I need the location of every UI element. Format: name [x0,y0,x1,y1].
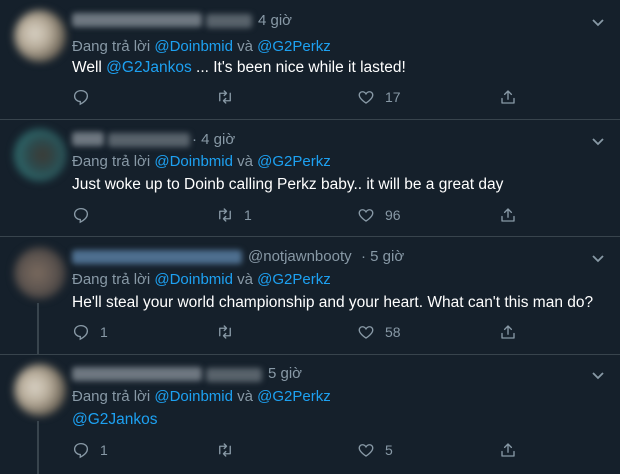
timestamp[interactable]: 5 giờ [268,365,302,382]
joiner: và [237,271,253,288]
username[interactable] [206,368,262,382]
avatar[interactable] [14,247,66,299]
heart-icon [358,209,374,222]
mention-link[interactable]: @G2Jankos [72,411,158,428]
tweet-1[interactable]: 4 giờ Đang trả lời @Doinbmid và @G2Perkz… [0,0,620,120]
joiner: và [237,388,253,405]
tweet-text: Just woke up to Doinb calling Perkz baby… [72,176,503,194]
thread-line [37,421,39,474]
username[interactable] [108,133,190,147]
retweet-icon [219,90,231,104]
reply-button[interactable]: 1 [72,322,108,342]
share-button[interactable] [499,322,517,342]
mention-link[interactable]: @G2Perkz [257,38,331,55]
share-icon [501,90,515,104]
tweet-text-pre: Just woke up to Doinb calling Perkz baby… [72,176,504,193]
mention-link[interactable]: @Doinbmid [154,388,233,405]
tweet-actions: 17 [72,87,602,107]
tweet-text-post: ... It's been nice while it lasted! [191,59,406,76]
tweet-text-pre: He'll steal your world championship and … [72,294,594,311]
avatar[interactable] [14,129,66,181]
retweet-button[interactable] [216,322,244,342]
like-count: 17 [385,89,401,105]
reply-button[interactable] [72,205,100,225]
thread-line [37,303,39,355]
share-button[interactable] [499,440,517,460]
retweet-icon [219,325,231,339]
tweet-4[interactable]: 5 giờ Đang trả lời @Doinbmid và @G2Perkz… [0,355,620,474]
tweet-text: @G2Jankos [72,411,158,429]
reply-button[interactable] [72,87,100,107]
mention-link[interactable]: @G2Perkz [257,153,331,170]
reply-button[interactable]: 1 [72,440,108,460]
replying-prefix: Đang trả lời [72,388,151,405]
heart-icon [358,91,374,104]
share-icon [501,325,515,339]
reply-icon [73,89,89,106]
display-name[interactable] [72,367,202,381]
chevron-down-icon[interactable] [590,14,606,30]
retweet-icon [219,208,231,222]
username[interactable]: @notjawnbooty [248,248,352,265]
like-button[interactable]: 58 [357,322,401,342]
reply-count: 1 [100,324,108,340]
mention-link[interactable]: @G2Jankos [106,59,192,76]
retweet-button[interactable]: 1 [216,205,252,225]
tweet-actions: 1 58 [72,322,602,342]
retweet-icon [219,443,231,457]
retweet-count: 1 [244,207,252,223]
replying-prefix: Đang trả lời [72,271,151,288]
like-count: 58 [385,324,401,340]
display-name[interactable] [72,13,202,27]
tweet-text: Well @G2Jankos ... It's been nice while … [72,59,406,77]
like-button[interactable]: 96 [357,205,401,225]
display-name[interactable] [72,250,242,264]
replying-prefix: Đang trả lời [72,38,151,55]
share-button[interactable] [499,205,517,225]
like-button[interactable]: 17 [357,87,401,107]
replying-to: Đang trả lời @Doinbmid và @G2Perkz [72,271,331,288]
replying-to: Đang trả lời @Doinbmid và @G2Perkz [72,153,331,170]
joiner: và [237,153,253,170]
replying-to: Đang trả lời @Doinbmid và @G2Perkz [72,38,331,55]
display-name[interactable] [72,132,104,146]
chevron-down-icon[interactable] [590,250,606,266]
retweet-button[interactable] [216,87,244,107]
joiner: và [237,38,253,55]
mention-link[interactable]: @Doinbmid [154,271,233,288]
heart-icon [358,326,374,339]
reply-icon [73,442,89,459]
timestamp[interactable]: · 4 giờ [192,131,235,148]
tweet-actions: 1 96 [72,205,602,225]
like-count: 96 [385,207,401,223]
mention-link[interactable]: @G2Perkz [257,271,331,288]
avatar[interactable] [14,364,66,416]
like-count: 5 [385,442,393,458]
share-icon [501,443,515,457]
replying-prefix: Đang trả lời [72,153,151,170]
share-button[interactable] [499,87,517,107]
chevron-down-icon[interactable] [590,133,606,149]
reply-icon [73,207,89,224]
tweet-text: He'll steal your world championship and … [72,294,593,312]
tweet-text-pre: Well [72,59,107,76]
avatar[interactable] [14,10,66,62]
tweet-2[interactable]: · 4 giờ Đang trả lời @Doinbmid và @G2Per… [0,120,620,237]
reply-icon [73,324,89,341]
timestamp[interactable]: 4 giờ [258,12,292,29]
username[interactable] [206,14,252,28]
retweet-button[interactable] [216,440,244,460]
heart-icon [358,444,374,457]
chevron-down-icon[interactable] [590,367,606,383]
replying-to: Đang trả lời @Doinbmid và @G2Perkz [72,388,331,405]
timestamp[interactable]: · 5 giờ [361,248,404,265]
reply-count: 1 [100,442,108,458]
tweet-3[interactable]: @notjawnbooty · 5 giờ Đang trả lời @Doin… [0,237,620,355]
tweet-actions: 1 5 [72,440,602,460]
like-button[interactable]: 5 [357,440,393,460]
mention-link[interactable]: @Doinbmid [154,153,233,170]
mention-link[interactable]: @Doinbmid [154,38,233,55]
share-icon [501,208,515,222]
mention-link[interactable]: @G2Perkz [257,388,331,405]
